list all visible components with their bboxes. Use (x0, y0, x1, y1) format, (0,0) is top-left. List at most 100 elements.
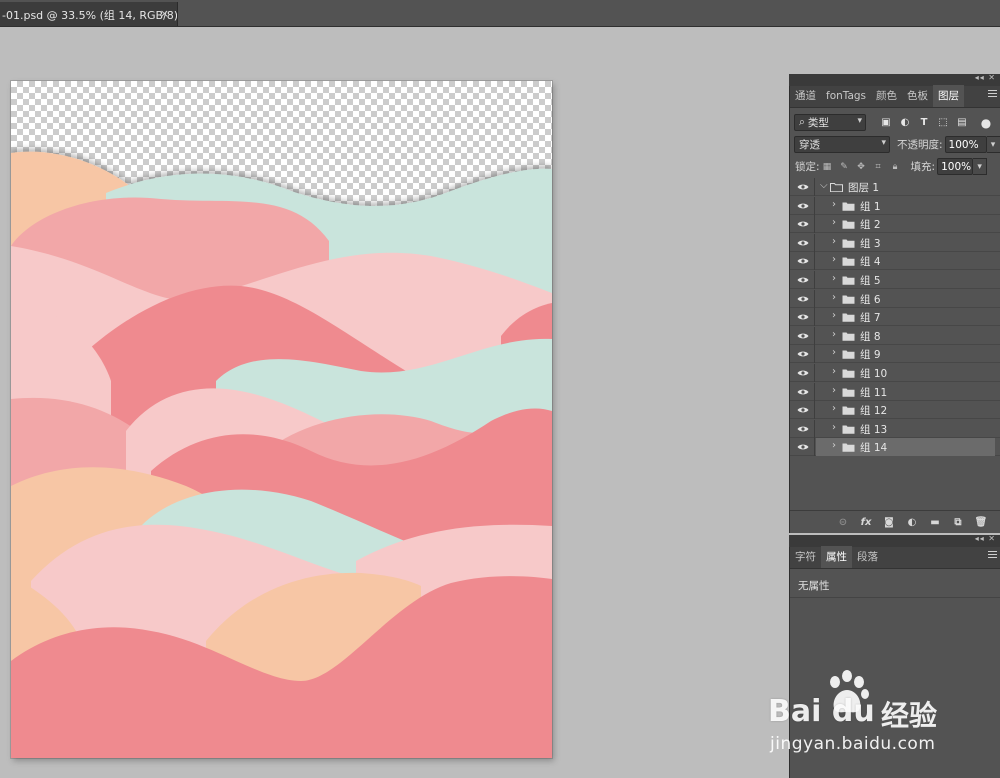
fill-dropdown-icon[interactable]: ▾ (973, 158, 988, 175)
folder-icon (842, 219, 855, 229)
visibility-eye-icon[interactable] (796, 200, 809, 212)
lock-position-icon[interactable]: ✥ (856, 161, 867, 172)
document-canvas[interactable] (11, 81, 552, 758)
layer-row[interactable]: › 组 4 (790, 252, 1000, 271)
layer-row[interactable]: › 组 13 (790, 419, 1000, 438)
visibility-eye-icon[interactable] (796, 348, 809, 360)
chevron-down-icon: ▾ (857, 116, 862, 126)
visibility-eye-icon[interactable] (796, 293, 809, 305)
collapse-dock-icon[interactable]: ◂◂ ✕ (975, 73, 996, 82)
chevron-right-icon[interactable]: › (832, 366, 840, 377)
layer-row[interactable]: › 组 8 (790, 326, 1000, 345)
adjustment-icon[interactable]: ◐ (906, 516, 918, 528)
tab-properties[interactable]: 属性 (821, 546, 852, 568)
tab-paragraph[interactable]: 段落 (852, 546, 883, 568)
close-tab-icon[interactable]: × (160, 7, 169, 20)
mask-icon[interactable]: ◙ (883, 516, 895, 528)
tab-swatches[interactable]: 色板 (902, 85, 933, 107)
visibility-eye-icon[interactable] (796, 330, 809, 342)
visibility-eye-icon[interactable] (796, 423, 809, 435)
row-divider (814, 326, 815, 345)
chevron-right-icon[interactable]: › (832, 310, 840, 321)
row-divider (814, 401, 815, 420)
chevron-right-icon[interactable]: › (832, 385, 840, 396)
lock-transparent-icon[interactable]: ▦ (822, 161, 833, 172)
chevron-right-icon[interactable]: › (832, 422, 840, 433)
layer-row[interactable]: › 组 3 (790, 233, 1000, 252)
layer-row[interactable]: › 组 7 (790, 308, 1000, 327)
filter-shape-icon[interactable]: ⬚ (937, 117, 949, 129)
tab-fontags[interactable]: fonTags (821, 85, 871, 107)
layer-name: 组 9 (860, 349, 881, 362)
chevron-right-icon[interactable]: › (832, 217, 840, 228)
visibility-eye-icon[interactable] (796, 404, 809, 416)
layer-list: ⌵ 图层 1 › 组 1 › 组 2 › 组 3 › 组 4 › 组 5 › 组 6 › 组 7 › 组 8 › 组 … (790, 178, 1000, 463)
document-tab[interactable]: -01.psd @ 33.5% (组 14, RGB/8) * × (0, 2, 178, 27)
layer-row[interactable]: › 组 1 (790, 196, 1000, 215)
filter-type-icon[interactable]: T (918, 117, 930, 129)
visibility-eye-icon[interactable] (796, 218, 809, 230)
chevron-right-icon[interactable]: › (832, 440, 840, 451)
lock-artboard-icon[interactable]: ⌗ (873, 161, 884, 172)
filter-smart-object-icon[interactable]: ▤ (956, 117, 968, 129)
visibility-eye-icon[interactable] (796, 441, 809, 453)
trash-icon[interactable]: 🗑︎ (975, 516, 988, 528)
lock-all-icon[interactable]: 🔒︎ (890, 161, 901, 172)
blend-mode-select[interactable]: 穿透 ▾ (794, 136, 890, 153)
wave-artwork (11, 151, 552, 758)
filter-toggle-icon[interactable]: ● (980, 116, 992, 130)
visibility-eye-icon[interactable] (796, 237, 809, 249)
layer-row[interactable]: › 组 10 (790, 364, 1000, 382)
layer-row[interactable]: › 组 11 (790, 382, 1000, 401)
layer-name: 组 8 (860, 330, 881, 343)
visibility-eye-icon[interactable] (796, 181, 809, 193)
panel-menu-icon[interactable] (988, 551, 997, 561)
row-divider (814, 382, 815, 401)
chevron-right-icon[interactable]: › (832, 329, 840, 340)
filter-type-select[interactable]: ⌕ 类型 ▾ (794, 114, 866, 131)
chevron-right-icon[interactable]: › (832, 199, 840, 210)
layer-name: 组 14 (860, 442, 888, 455)
tab-layers[interactable]: 图层 (933, 85, 965, 107)
chevron-down-icon[interactable]: ⌵ (820, 180, 828, 191)
layer-row[interactable]: › 组 12 (790, 401, 1000, 420)
visibility-eye-icon[interactable] (796, 311, 809, 323)
opacity-input[interactable]: 100% (944, 136, 987, 153)
search-icon: ⌕ (799, 116, 805, 128)
fx-icon[interactable]: fx (860, 516, 872, 528)
tab-character[interactable]: 字符 (790, 546, 821, 568)
new-layer-icon[interactable]: ⧉ (952, 516, 964, 528)
panel-menu-icon[interactable] (988, 90, 997, 100)
visibility-eye-icon[interactable] (796, 386, 809, 398)
link-icon[interactable]: ⊝ (837, 516, 849, 528)
visibility-eye-icon[interactable] (796, 274, 809, 286)
opacity-dropdown-icon[interactable]: ▾ (986, 136, 1000, 153)
lock-image-icon[interactable]: ✎ (839, 161, 850, 172)
filter-pixel-icon[interactable]: ▣ (880, 117, 892, 129)
visibility-eye-icon[interactable] (796, 255, 809, 267)
chevron-down-icon: ▾ (881, 138, 886, 148)
layer-row[interactable]: › 组 5 (790, 271, 1000, 289)
tabbar-divider (0, 26, 1000, 27)
chevron-right-icon[interactable]: › (832, 273, 840, 284)
layer-row[interactable]: › 组 14 (790, 438, 1000, 457)
chevron-right-icon[interactable]: › (832, 347, 840, 358)
filter-adjustment-icon[interactable]: ◐ (899, 117, 911, 129)
layer-row[interactable]: › 组 6 (790, 289, 1000, 308)
chevron-right-icon[interactable]: › (832, 292, 840, 303)
layer-group-root[interactable]: ⌵ 图层 1 (790, 178, 1000, 196)
new-group-icon[interactable]: ▬ (929, 516, 941, 528)
layer-row[interactable]: › 组 9 (790, 345, 1000, 364)
layer-row[interactable]: › 组 2 (790, 215, 1000, 234)
layer-name: 组 2 (860, 219, 881, 232)
chevron-right-icon[interactable]: › (832, 403, 840, 414)
visibility-eye-icon[interactable] (796, 367, 809, 379)
fill-input[interactable]: 100% (937, 158, 974, 175)
collapse-dock-icon[interactable]: ◂◂ ✕ (975, 534, 996, 543)
tab-color[interactable]: 颜色 (871, 85, 902, 107)
chevron-right-icon[interactable]: › (832, 236, 840, 247)
row-divider (814, 345, 815, 364)
blend-mode-value: 穿透 (799, 139, 820, 151)
tab-channels[interactable]: 通道 (790, 85, 821, 107)
chevron-right-icon[interactable]: › (832, 254, 840, 265)
